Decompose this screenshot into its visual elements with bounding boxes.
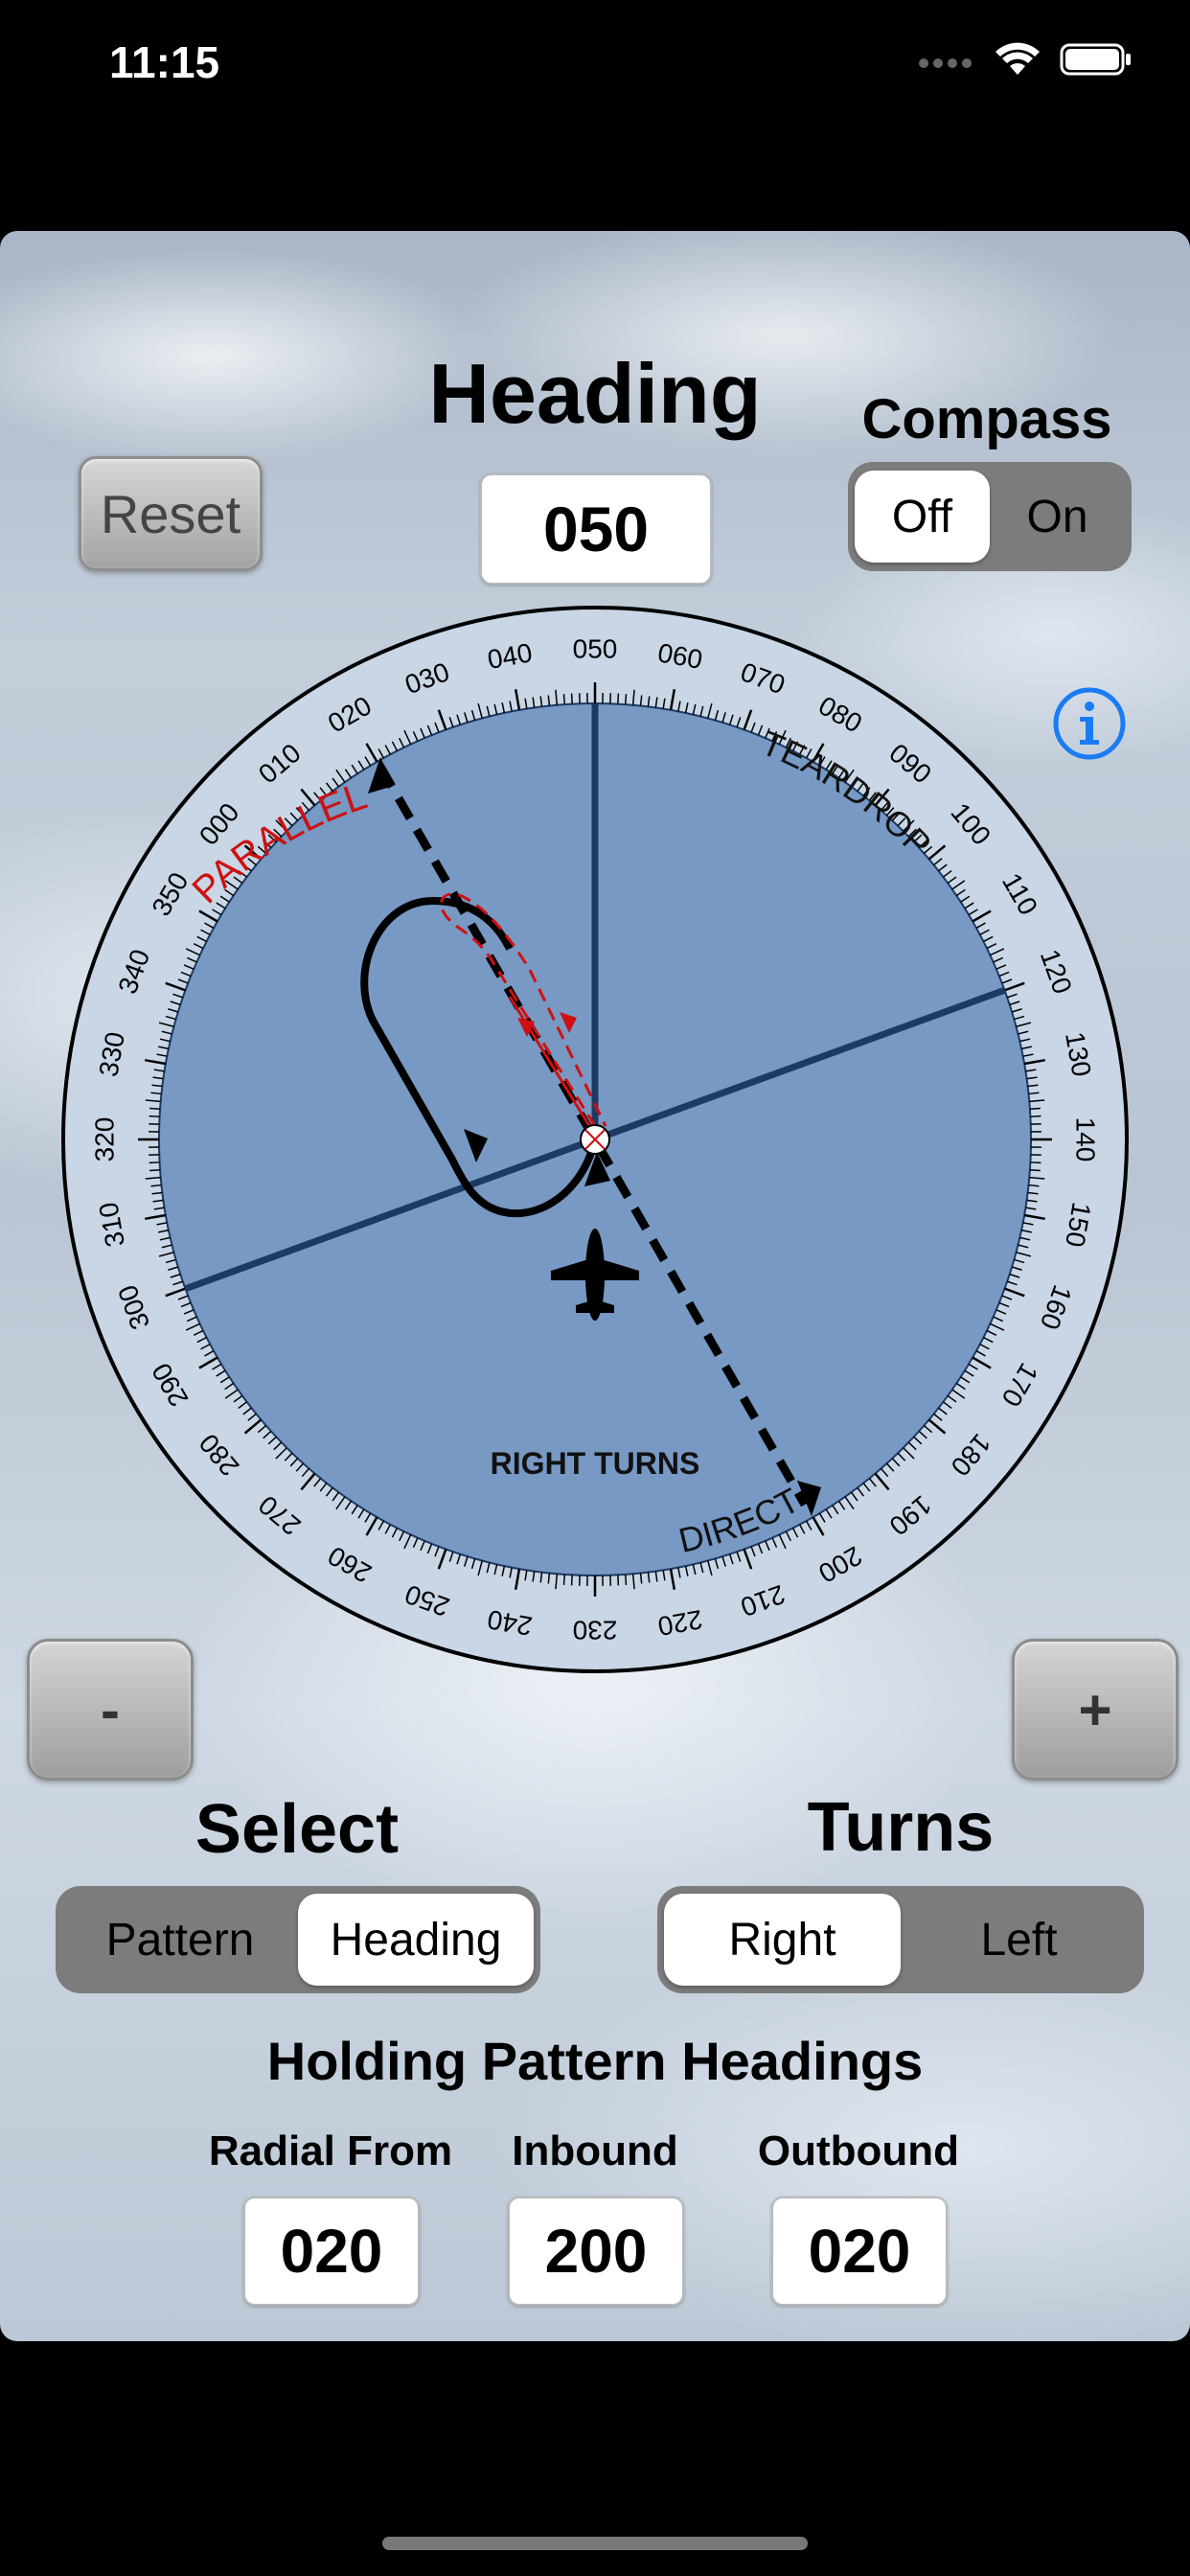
compass-tick <box>562 694 566 705</box>
compass-tick <box>624 1574 628 1585</box>
holding-dial[interactable]: 000010020030040 050 0600700800901001101201… <box>59 604 1131 1675</box>
cellular-signal-icon <box>919 58 972 68</box>
reset-button[interactable]: Reset <box>79 456 263 571</box>
compass-tick <box>624 694 628 705</box>
compass-tick <box>1030 1162 1041 1164</box>
select-heading-segment[interactable]: Heading <box>298 1894 534 1986</box>
select-toggle[interactable]: Pattern Heading <box>56 1886 540 1993</box>
radial-from-label: Radial From <box>208 2128 453 2174</box>
turns-title: Turns <box>807 1789 995 1866</box>
turns-left-segment[interactable]: Left <box>901 1894 1137 1986</box>
compass-tick <box>617 693 620 704</box>
compass-tick <box>1029 1107 1041 1111</box>
compass-tick <box>570 693 573 704</box>
status-icons <box>918 42 1133 77</box>
compass-off-segment[interactable]: Off <box>855 471 990 563</box>
home-indicator[interactable] <box>382 2537 808 2550</box>
compass-on-segment[interactable]: On <box>990 471 1125 563</box>
select-title: Select <box>195 1791 400 1868</box>
outbound-label: Outbound <box>757 2128 960 2174</box>
decrement-heading-button[interactable]: - <box>27 1639 194 1781</box>
compass-tick <box>149 1107 161 1111</box>
inbound-label: Inbound <box>512 2128 678 2174</box>
battery-icon <box>1060 43 1131 76</box>
select-pattern-segment[interactable]: Pattern <box>62 1894 298 1986</box>
compass-tick <box>149 1162 160 1164</box>
heading-value-field[interactable]: 050 <box>480 473 712 585</box>
inbound-value: 200 <box>508 2196 684 2306</box>
compass-tick <box>617 1575 620 1586</box>
increment-heading-button[interactable]: + <box>1012 1639 1179 1781</box>
compass-tick <box>149 1168 161 1172</box>
turn-direction-label: RIGHT TURNS <box>491 1446 700 1481</box>
status-time: 11:15 <box>109 37 220 87</box>
wifi-icon <box>995 42 1040 75</box>
outbound-value: 020 <box>771 2196 948 2306</box>
compass-tick-label: 050 <box>573 633 618 663</box>
compass-tick <box>149 1115 160 1117</box>
compass-tick <box>1030 1115 1041 1117</box>
holding-headings-title: Holding Pattern Headings <box>266 2031 924 2091</box>
turns-right-segment[interactable]: Right <box>664 1894 901 1986</box>
compass-tick-label: 140 <box>1071 1117 1101 1162</box>
compass-tick <box>570 1575 573 1586</box>
compass-toggle[interactable]: Off On <box>848 462 1132 571</box>
compass-tick-label: 230 <box>573 1616 618 1645</box>
radial-from-value: 020 <box>243 2196 420 2306</box>
compass-tick-label: 320 <box>89 1117 119 1162</box>
status-bar: 11:15 <box>0 0 1190 134</box>
turns-toggle[interactable]: Right Left <box>657 1886 1144 1993</box>
compass-tick <box>562 1574 566 1585</box>
compass-tick <box>1029 1168 1041 1172</box>
compass-title: Compass <box>861 388 1112 450</box>
